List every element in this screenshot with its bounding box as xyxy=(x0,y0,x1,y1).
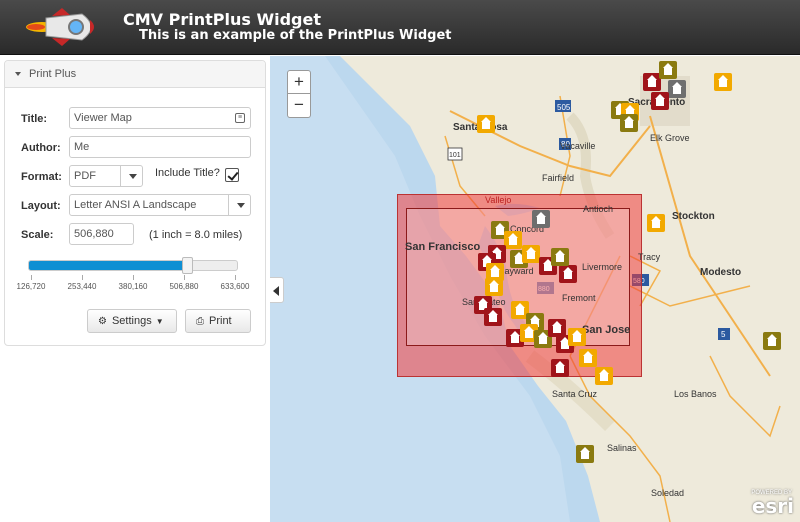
print-button[interactable]: ⎙ Print xyxy=(185,309,251,333)
city-label: Antioch xyxy=(583,204,614,214)
slider-tick xyxy=(82,275,83,280)
rocket-icon xyxy=(26,8,94,46)
caret-down-icon xyxy=(15,72,21,77)
caret-down-icon: ▼ xyxy=(155,317,164,326)
collapse-sidebar-button[interactable] xyxy=(270,277,284,303)
app-header: CMV PrintPlus Widget This is an example … xyxy=(0,0,800,55)
city-label: San Jose xyxy=(582,324,631,336)
scale-slider[interactable] xyxy=(28,257,238,274)
city-label: Tracy xyxy=(638,252,661,262)
r101-shield-label: 101 xyxy=(449,152,461,159)
home-marker-icon[interactable] xyxy=(551,248,569,266)
gear-icon: ⚙ xyxy=(98,316,107,327)
format-label: Format: xyxy=(21,171,62,183)
print-button-label: Print xyxy=(209,315,232,327)
format-select[interactable]: PDF xyxy=(69,165,143,187)
city-label: Vacaville xyxy=(560,141,596,151)
title-label: Title: xyxy=(21,113,48,125)
home-marker-icon[interactable] xyxy=(620,114,638,132)
include-title-label: Include Title? xyxy=(155,167,220,179)
app-subtitle: This is an example of the PrintPlus Widg… xyxy=(139,28,452,43)
scale-input-value: 506,880 xyxy=(74,228,114,240)
home-marker-icon[interactable] xyxy=(651,92,669,110)
home-marker-icon[interactable] xyxy=(714,73,732,91)
title-input[interactable]: Viewer Map ≡ xyxy=(69,107,251,129)
zoom-out-button[interactable]: − xyxy=(287,94,311,118)
scale-slider-fill xyxy=(29,261,187,270)
zoom-in-button[interactable]: + xyxy=(287,70,311,94)
home-marker-icon[interactable] xyxy=(647,214,665,232)
slider-tick-label: 380,160 xyxy=(118,282,148,291)
home-marker-icon[interactable] xyxy=(595,367,613,385)
chevron-down-icon[interactable] xyxy=(120,166,142,186)
city-label: Stockton xyxy=(672,211,715,222)
scale-label: Scale: xyxy=(21,229,54,241)
chevron-down-icon[interactable] xyxy=(228,195,250,215)
city-label: Fremont xyxy=(562,293,596,303)
slider-tick-label: 253,440 xyxy=(67,282,97,291)
scale-input[interactable]: 506,880 xyxy=(69,223,134,245)
print-plus-panel: Print Plus Title: Viewer Map ≡ Author: M… xyxy=(4,60,266,346)
city-label: Salinas xyxy=(607,443,637,453)
city-label: Elk Grove xyxy=(650,133,690,143)
city-label: Fairfield xyxy=(542,173,575,183)
panel-title: Print Plus xyxy=(29,68,77,80)
home-marker-icon[interactable] xyxy=(477,115,495,133)
settings-button-label: Settings xyxy=(111,315,152,327)
slider-tick-label: 126,720 xyxy=(16,282,46,291)
layout-select-value: Letter ANSI A Landscape xyxy=(74,199,197,211)
settings-button[interactable]: ⚙ Settings ▼ xyxy=(87,309,177,333)
layout-label: Layout: xyxy=(21,200,61,212)
author-label: Author: xyxy=(21,142,61,154)
layout-select[interactable]: Letter ANSI A Landscape xyxy=(69,194,251,216)
slider-tick-label: 506,880 xyxy=(169,282,199,291)
slider-tick-label: 633,600 xyxy=(220,282,250,291)
home-marker-icon[interactable] xyxy=(559,265,577,283)
home-marker-icon[interactable] xyxy=(484,308,502,326)
city-label: Los Banos xyxy=(674,389,717,399)
city-label: Santa Cruz xyxy=(552,389,598,399)
home-marker-icon[interactable] xyxy=(504,231,522,249)
panel-header[interactable]: Print Plus xyxy=(5,61,265,88)
city-label: San Francisco xyxy=(405,241,481,253)
scale-slider-handle[interactable] xyxy=(181,257,193,274)
home-marker-icon[interactable] xyxy=(579,349,597,367)
home-marker-icon[interactable] xyxy=(485,278,503,296)
home-marker-icon[interactable] xyxy=(659,61,677,79)
home-marker-icon[interactable] xyxy=(551,359,569,377)
esri-logo: esri xyxy=(751,494,794,518)
slider-tick xyxy=(133,275,134,280)
scale-note: (1 inch = 8.0 miles) xyxy=(149,229,243,241)
slider-tick xyxy=(184,275,185,280)
city-label: Vallejo xyxy=(485,195,512,205)
home-marker-icon[interactable] xyxy=(668,80,686,98)
city-label: Livermore xyxy=(582,262,623,272)
title-input-value: Viewer Map xyxy=(74,112,132,124)
format-select-value: PDF xyxy=(74,170,96,182)
home-marker-icon[interactable] xyxy=(568,328,586,346)
app-title: CMV PrintPlus Widget xyxy=(123,10,321,29)
map-view[interactable]: 505 80 101 880 580 5 Santa Rosa Sacramen… xyxy=(270,56,800,522)
author-input-value: Me xyxy=(74,141,90,153)
author-input[interactable]: Me xyxy=(69,136,251,158)
slider-tick xyxy=(31,275,32,280)
city-label: Soledad xyxy=(651,488,685,498)
home-marker-icon[interactable] xyxy=(522,245,540,263)
home-marker-icon[interactable] xyxy=(763,332,781,350)
text-options-icon[interactable]: ≡ xyxy=(235,113,245,123)
include-title-checkbox[interactable] xyxy=(225,168,239,182)
r5-shield-label: 5 xyxy=(721,330,726,339)
home-marker-icon[interactable] xyxy=(532,210,550,228)
home-marker-icon[interactable] xyxy=(576,445,594,463)
slider-tick xyxy=(235,275,236,280)
printer-icon: ⎙ xyxy=(196,316,204,327)
i505-shield-label: 505 xyxy=(557,103,571,112)
sidebar: Print Plus Title: Viewer Map ≡ Author: M… xyxy=(0,56,270,522)
city-label: Modesto xyxy=(700,267,742,278)
